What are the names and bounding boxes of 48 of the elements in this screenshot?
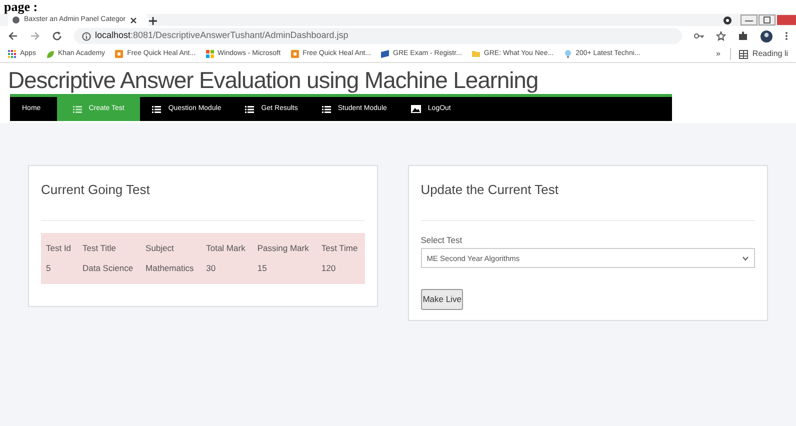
more-icon[interactable] — [785, 31, 788, 41]
overflow-chevron[interactable]: » — [716, 48, 720, 60]
list-icon — [322, 106, 331, 112]
table-cell: 15 — [252, 259, 316, 284]
table-cell: Data Science — [77, 259, 141, 284]
url-text: localhost:8081/DescriptiveAnswerTushant/AdminDashboard.jsp — [95, 29, 348, 42]
close-icon[interactable] — [130, 16, 137, 24]
column-header: Test Id — [41, 232, 78, 260]
caption-text: page : — [4, 0, 38, 14]
profile-icon[interactable] — [723, 16, 732, 24]
square-icon — [115, 50, 124, 58]
reading-list-icon — [739, 50, 748, 58]
column-header: Total Mark — [201, 232, 252, 260]
list-icon — [245, 106, 254, 112]
back-icon[interactable] — [8, 31, 18, 41]
address-field[interactable]: localhost:8081/DescriptiveAnswerTushant/AdminDashboard.jsp — [74, 28, 682, 44]
table-cell: 30 — [201, 259, 252, 284]
chevron-down-icon — [742, 256, 749, 261]
reading-list-button[interactable]: Reading li — [730, 48, 788, 60]
table-cell: 120 — [316, 259, 365, 284]
folder-icon — [472, 50, 480, 58]
reload-icon[interactable] — [52, 31, 62, 41]
column-header: Test Time — [316, 232, 365, 260]
column-header: Test Title — [77, 232, 141, 260]
make-live-button[interactable]: Make Live — [420, 289, 464, 310]
key-icon[interactable] — [694, 32, 704, 40]
avatar-icon[interactable] — [760, 30, 773, 42]
square-icon — [290, 50, 299, 58]
card-title: Current Going Test — [41, 180, 365, 220]
column-header: Passing Mark — [252, 232, 316, 260]
info-icon — [82, 32, 91, 40]
window-controls-icon[interactable] — [740, 14, 796, 26]
page-title: Descriptive Answer Evaluation using Machine Learning — [7, 66, 540, 94]
star-icon[interactable] — [716, 31, 726, 41]
leaf-icon — [46, 50, 54, 58]
card-title: Update the Current Test — [420, 180, 755, 220]
table-cell: 5 — [41, 259, 78, 284]
windows-logo-icon — [206, 50, 214, 58]
apps-grid-icon — [8, 50, 16, 58]
new-tab-icon[interactable] — [148, 16, 158, 26]
image-icon — [410, 105, 421, 113]
table-cell: Mathematics — [140, 259, 202, 284]
list-icon — [72, 106, 82, 112]
flag-icon — [381, 50, 390, 58]
field-label: Select Test — [420, 234, 464, 246]
bulb-icon — [564, 50, 572, 58]
list-icon — [152, 106, 162, 112]
column-header: Subject — [140, 232, 202, 260]
